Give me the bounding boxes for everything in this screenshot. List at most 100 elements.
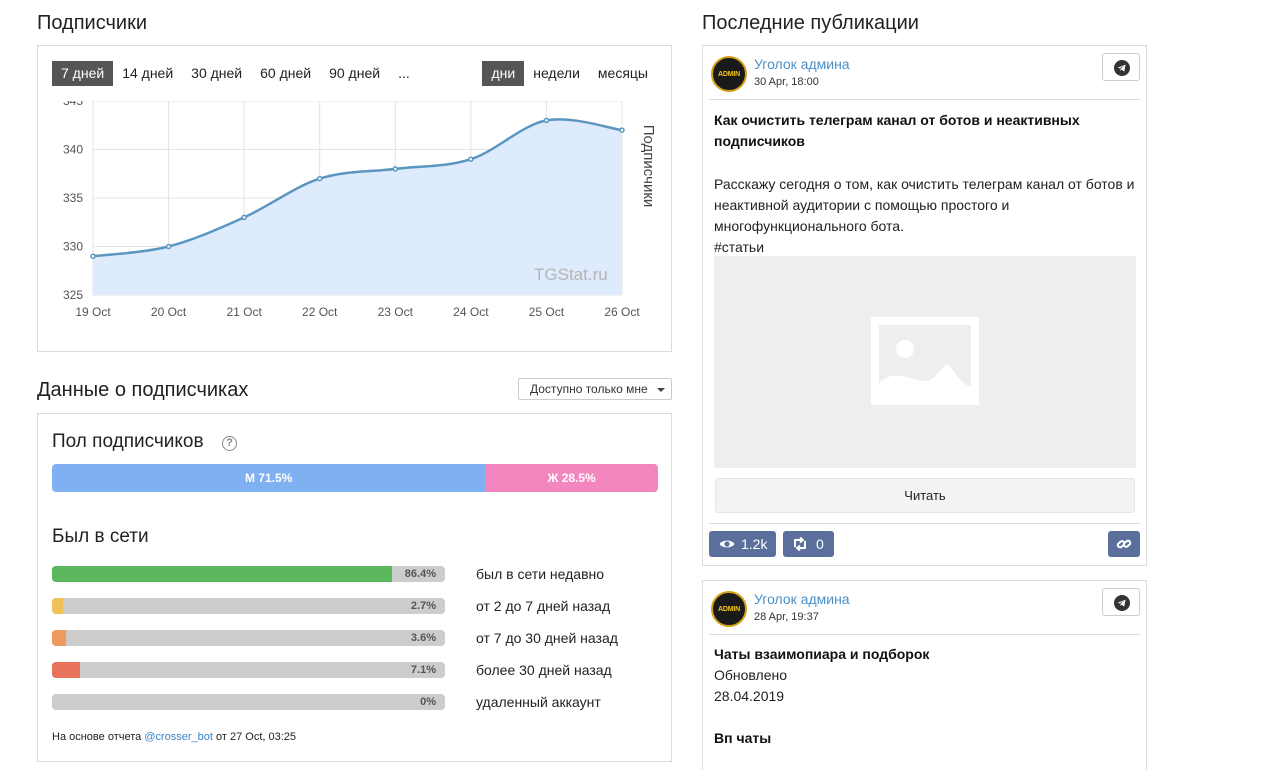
telegram-icon [1114,595,1130,611]
x-tick-label: 23 Oct [378,305,414,319]
gender-male-segment: М 71.5% [52,464,486,492]
online-pct: 2.7% [410,600,436,612]
avatar[interactable]: ADMIN [711,56,747,92]
online-pct: 7.1% [410,664,436,676]
chart-point[interactable] [90,253,96,259]
x-tick-label: 26 Oct [604,305,640,319]
tab-14-days[interactable]: 14 дней [113,61,182,86]
report-note-prefix: На основе отчета [52,731,145,743]
read-button[interactable]: Читать [715,478,1135,513]
x-tick-labels: 19 Oct 20 Oct 21 Oct 22 Oct 23 Oct 24 Oct 25 O… [75,305,640,319]
post-card: ADMIN Уголок админа 28 Apr, 19:37 Чаты в… [702,580,1147,770]
avatar-text: ADMIN [718,605,740,613]
online-label: от 2 до 7 дней назад [476,598,611,614]
x-tick-label: 20 Oct [151,305,187,319]
tab-days[interactable]: дни [482,61,525,86]
online-bar-track: 7.1% [52,662,445,678]
subscriber-data-panel: Пол подписчиков ? М 71.5% Ж 28.5% Был в … [37,413,672,762]
views-button[interactable]: 1.2k [709,531,776,557]
online-bar-fill [52,630,67,646]
tab-months[interactable]: месяцы [589,61,657,86]
y-tick-label: 345 [63,101,83,108]
y-tick-label: 325 [63,288,83,302]
post-image-placeholder [714,256,1136,468]
post-title: Чаты взаимопиара и подборок [714,646,930,662]
post-hashtag[interactable]: #статьи [714,237,1139,258]
chart-point[interactable] [543,117,550,124]
online-bar-track: 86.4% [52,566,445,582]
online-pct: 0% [420,696,436,708]
online-label: от 7 до 30 дней назад [476,630,618,646]
chart-point[interactable] [468,156,474,162]
granularity-tabs: дни недели месяцы [482,61,657,86]
caret-down-icon [657,388,665,392]
x-tick-label: 21 Oct [226,305,262,319]
eye-icon [719,540,735,548]
chart-point[interactable] [316,175,323,182]
post-author-link[interactable]: Уголок админа [754,56,850,72]
online-bar-track: 3.6% [52,630,445,646]
post-text: Расскажу сегодня о том, как очистить тел… [714,176,1135,234]
image-icon [871,317,979,405]
avatar[interactable]: ADMIN [711,591,747,627]
post-date: 28 Apr, 19:37 [754,611,819,623]
subscribers-area-chart: 325 330 335 340 345 19 Oct 20 Oct 21 Oct 22 Oct… [63,101,657,319]
post-title: Как очистить телеграм канал от ботов и н… [714,112,1080,149]
post-card: ADMIN Уголок админа 30 Apr, 18:00 Как оч… [702,45,1147,566]
x-tick-label: 19 Oct [75,305,111,319]
x-tick-label: 25 Oct [529,305,565,319]
online-bar-fill [52,566,392,582]
tab-7-days[interactable]: 7 дней [52,61,114,86]
x-tick-label: 24 Oct [453,305,489,319]
report-note: На основе отчета @crosser_bot от 27 Oct,… [52,731,296,743]
tab-90-days[interactable]: 90 дней [320,61,389,86]
chart-point[interactable] [165,243,172,250]
privacy-select[interactable]: Доступно только мне [518,378,672,400]
tab-60-days[interactable]: 60 дней [251,61,320,86]
tab-more-periods[interactable]: ... [389,61,419,86]
subscribers-title: Подписчики [37,12,148,34]
telegram-icon [1114,60,1130,76]
online-title: Был в сети [52,526,149,547]
privacy-select-value: Доступно только мне [530,382,648,396]
tab-weeks[interactable]: недели [524,61,589,86]
tab-30-days[interactable]: 30 дней [182,61,251,86]
subscriber-data-title: Данные о подписчиках [37,379,249,401]
report-note-suffix: от 27 Oct, 03:25 [212,731,297,743]
crosser-bot-link[interactable]: @crosser_bot [144,731,213,743]
y-axis-label: Подписчики [640,125,657,208]
gender-bar: М 71.5% Ж 28.5% [52,464,658,492]
gender-female-segment: Ж 28.5% [485,464,658,492]
chart-point[interactable] [619,127,625,133]
post-author-link[interactable]: Уголок админа [754,591,850,607]
views-count: 1.2k [741,536,768,552]
telegram-button[interactable] [1102,53,1140,81]
post-subtitle: Вп чаты [714,730,772,746]
shares-count: 0 [816,536,824,552]
avatar-text: ADMIN [718,70,740,78]
period-tabs: 7 дней 14 дней 30 дней 60 дней 90 дней .… [52,61,419,86]
post-text: Обновлено [714,667,788,683]
online-bar-track: 0% [52,694,445,710]
divider [709,99,1140,100]
x-tick-label: 22 Oct [302,305,338,319]
online-bar-track: 2.7% [52,598,445,614]
online-pct: 3.6% [410,632,436,644]
telegram-button[interactable] [1102,588,1140,616]
online-label: более 30 дней назад [476,662,612,678]
post-link-button[interactable] [1108,531,1140,557]
retweet-icon [794,537,806,551]
online-label: удаленный аккаунт [476,694,601,710]
recent-posts-title: Последние публикации [702,12,919,34]
divider [709,523,1140,524]
question-circle-icon[interactable]: ? [222,436,237,451]
subscribers-chart-panel: 7 дней 14 дней 30 дней 60 дней 90 дней .… [37,45,672,352]
post-date: 30 Apr, 18:00 [754,76,819,88]
y-tick-label: 330 [63,240,83,254]
chart-watermark: TGStat.ru [534,265,608,284]
online-pct: 86.4% [404,568,436,580]
shares-button[interactable]: 0 [783,531,834,557]
chart-point[interactable] [392,166,399,172]
online-bar-fill [52,598,63,614]
chart-point[interactable] [241,214,247,221]
